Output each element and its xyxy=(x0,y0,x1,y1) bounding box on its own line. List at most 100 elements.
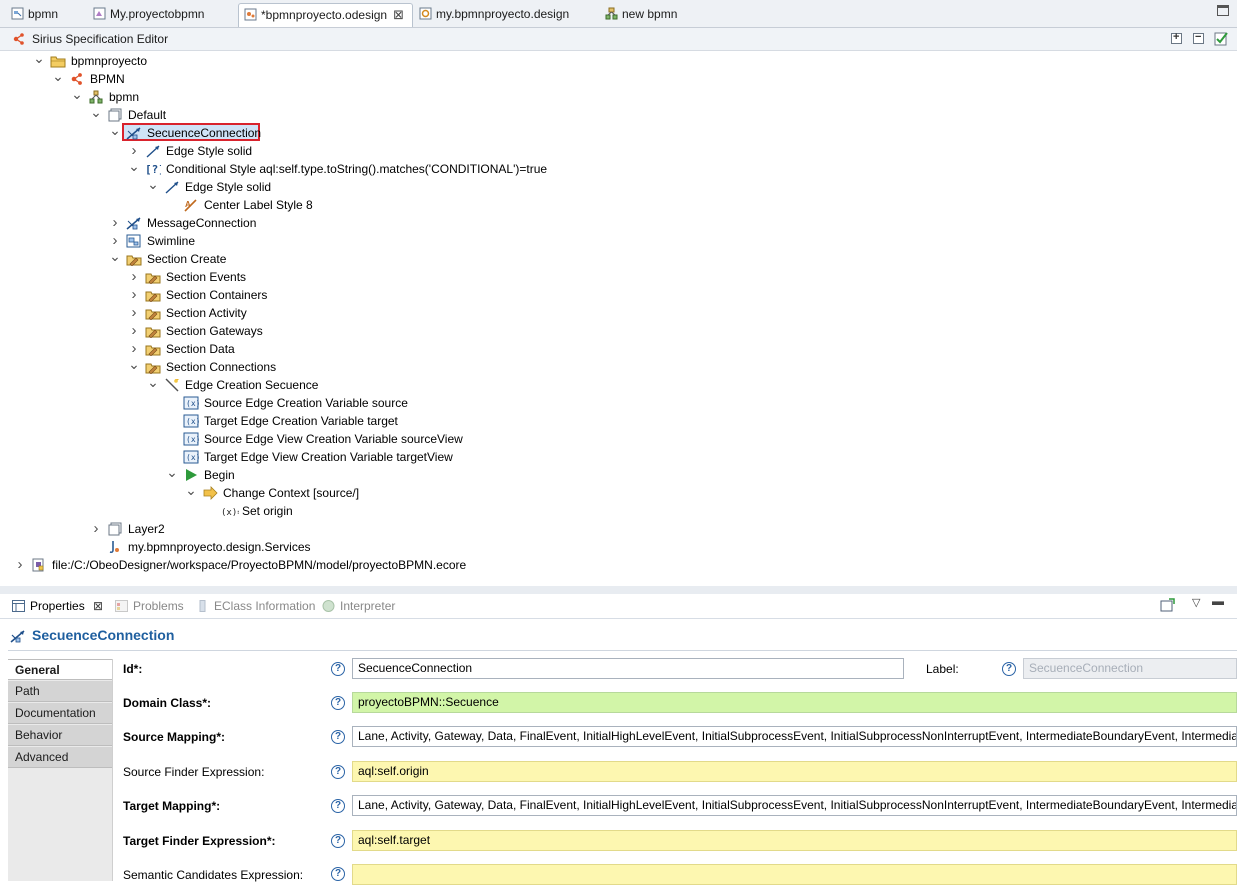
tree-item[interactable]: › Section Containers xyxy=(0,286,1237,304)
tree-item[interactable]: › file:/C:/ObeoDesigner/workspace/Proyect… xyxy=(0,556,1237,574)
collapse-toggle-icon[interactable]: ⌄ xyxy=(128,159,140,178)
tree-item[interactable]: › Section Activity xyxy=(0,304,1237,322)
tab-properties[interactable]: Properties ⊠ xyxy=(10,598,103,616)
tab-my-bpmnproyecto-design[interactable]: my.bpmnproyecto.design xyxy=(414,3,577,26)
category-path[interactable]: Path xyxy=(8,681,112,702)
tree-item[interactable]: A Center Label Style 8 xyxy=(0,196,1237,214)
target-finder-expression-field[interactable]: aql:self.target xyxy=(352,830,1237,851)
expand-toggle-icon[interactable]: › xyxy=(90,520,102,538)
tab-new-bpmn[interactable]: new bpmn xyxy=(600,3,685,26)
help-icon[interactable]: ? xyxy=(331,730,345,744)
help-icon[interactable]: ? xyxy=(331,662,345,676)
collapse-toggle-icon[interactable]: ⌄ xyxy=(147,177,159,196)
tree-item[interactable]: (x) Source Edge View Creation Variable so… xyxy=(0,430,1237,448)
tab-label: my.bpmnproyecto.design xyxy=(436,7,570,21)
collapse-all-button[interactable]: − xyxy=(1193,31,1204,44)
collapse-toggle-icon[interactable]: ⌄ xyxy=(109,249,121,268)
container-mapping-icon xyxy=(126,234,142,248)
tree-item[interactable]: › Section Data xyxy=(0,340,1237,358)
tree-item-label: Section Gateways xyxy=(166,324,263,338)
collapse-toggle-icon[interactable]: ⌄ xyxy=(71,87,83,106)
source-finder-expression-field[interactable]: aql:self.origin xyxy=(352,761,1237,782)
expand-toggle-icon[interactable]: › xyxy=(128,286,140,304)
validate-button[interactable] xyxy=(1214,31,1229,46)
id-field[interactable]: SecuenceConnection xyxy=(352,658,904,679)
tree-item[interactable]: › Section Events xyxy=(0,268,1237,286)
help-icon[interactable]: ? xyxy=(331,696,345,710)
domain-class-field[interactable]: proyectoBPMN::Secuence xyxy=(352,692,1237,713)
tab-bpmnproyecto-odesign[interactable]: *bpmnproyecto.odesign ⊠ xyxy=(238,3,413,27)
tree-item[interactable]: ⌄ bpmnproyecto xyxy=(0,51,1237,70)
collapse-toggle-icon[interactable]: ⌄ xyxy=(185,483,197,502)
view-divider[interactable] xyxy=(0,586,1237,594)
new-view-icon[interactable] xyxy=(1160,598,1176,612)
tab-bpmn[interactable]: bpmn xyxy=(6,3,66,26)
tree-item[interactable]: ⌄ Section Create xyxy=(0,249,1237,268)
category-behavior[interactable]: Behavior xyxy=(8,725,112,746)
category-documentation[interactable]: Documentation xyxy=(8,703,112,724)
tree-item[interactable]: ⌄ bpmn xyxy=(0,87,1237,106)
collapse-toggle-icon[interactable]: ⌄ xyxy=(52,69,64,88)
collapse-toggle-icon[interactable]: ⌄ xyxy=(166,465,178,484)
tab-problems[interactable]: Problems xyxy=(113,598,184,616)
tree-item[interactable]: ⌄ SecuenceConnection xyxy=(0,123,1237,142)
layer-icon xyxy=(107,522,123,536)
help-icon[interactable]: ? xyxy=(331,867,345,881)
expand-all-button[interactable]: + xyxy=(1171,31,1182,44)
expand-toggle-icon[interactable]: › xyxy=(109,214,121,232)
divider xyxy=(8,650,1237,651)
help-icon[interactable]: ? xyxy=(331,799,345,813)
tree-item[interactable]: › MessageConnection xyxy=(0,214,1237,232)
expand-toggle-icon[interactable]: › xyxy=(128,304,140,322)
tree-item[interactable]: ⌄ Edge Style solid xyxy=(0,177,1237,196)
source-mapping-field[interactable]: Lane, Activity, Gateway, Data, FinalEven… xyxy=(352,726,1237,747)
help-icon[interactable]: ? xyxy=(1002,662,1016,676)
tree-item-label: Conditional Style aql:self.type.toString… xyxy=(166,162,548,176)
category-advanced[interactable]: Advanced xyxy=(8,747,112,768)
expand-toggle-icon[interactable]: › xyxy=(14,556,26,574)
tree-item-label: SecuenceConnection xyxy=(147,126,262,140)
tree-item[interactable]: › Layer2 xyxy=(0,520,1237,538)
close-icon[interactable]: ⊠ xyxy=(393,7,404,22)
minimize-icon[interactable]: ▬ xyxy=(1212,594,1224,608)
tree-item[interactable]: › Edge Style solid xyxy=(0,142,1237,160)
begin-icon xyxy=(183,468,199,482)
maximize-button[interactable] xyxy=(1217,5,1229,16)
tree-item[interactable]: ⌄ Change Context [source/] xyxy=(0,483,1237,502)
editor-header: Sirius Specification Editor + − xyxy=(0,28,1237,51)
help-icon[interactable]: ? xyxy=(331,834,345,848)
category-general[interactable]: General xyxy=(8,659,112,680)
collapse-toggle-icon[interactable]: ⌄ xyxy=(147,375,159,394)
help-icon[interactable]: ? xyxy=(331,765,345,779)
svg-text:A: A xyxy=(185,200,191,209)
tree-item[interactable]: ⌄ BPMN xyxy=(0,69,1237,88)
tree-item[interactable]: ⌄ Section Connections xyxy=(0,357,1237,376)
tab-eclass-information[interactable]: EClass Information xyxy=(194,598,315,616)
tree-item-label: bpmn xyxy=(109,90,140,104)
tree-item[interactable]: ⌄ Edge Creation Secuence xyxy=(0,375,1237,394)
collapse-toggle-icon[interactable]: ⌄ xyxy=(33,51,45,70)
tab-interpreter[interactable]: Interpreter xyxy=(320,598,395,616)
tree-item-label: Edge Creation Secuence xyxy=(185,378,319,392)
tree-item[interactable]: (x)=Set origin xyxy=(0,502,1237,520)
tree-item[interactable]: my.bpmnproyecto.design.Services xyxy=(0,538,1237,556)
collapse-toggle-icon[interactable]: ⌄ xyxy=(128,357,140,376)
label-field[interactable]: SecuenceConnection xyxy=(1023,658,1237,679)
tree-item-label: Section Create xyxy=(147,252,227,266)
collapse-toggle-icon[interactable]: ⌄ xyxy=(109,123,121,142)
tree-item[interactable]: ⌄ [?] Conditional Style aql:self.type.toSt… xyxy=(0,159,1237,178)
tree-item[interactable]: › Section Gateways xyxy=(0,322,1237,340)
semantic-candidates-expression-field[interactable] xyxy=(352,864,1237,885)
tab-my-proyectobpmn[interactable]: My.proyectobpmn xyxy=(88,3,212,26)
tree-item[interactable]: › Swimline xyxy=(0,232,1237,250)
close-icon[interactable]: ⊠ xyxy=(93,599,103,613)
collapse-toggle-icon[interactable]: ⌄ xyxy=(90,105,102,124)
tree-item[interactable]: ⌄ Default xyxy=(0,105,1237,124)
view-menu-icon[interactable]: ▽ xyxy=(1192,596,1200,609)
target-mapping-field[interactable]: Lane, Activity, Gateway, Data, FinalEven… xyxy=(352,795,1237,816)
expand-toggle-icon[interactable]: › xyxy=(128,322,140,340)
tree-item[interactable]: (x) Source Edge Creation Variable source xyxy=(0,394,1237,412)
expand-toggle-icon[interactable]: › xyxy=(128,268,140,286)
tree-item[interactable]: (x) Target Edge View Creation Variable ta… xyxy=(0,448,1237,466)
tree-item[interactable]: (x) Target Edge Creation Variable target xyxy=(0,412,1237,430)
